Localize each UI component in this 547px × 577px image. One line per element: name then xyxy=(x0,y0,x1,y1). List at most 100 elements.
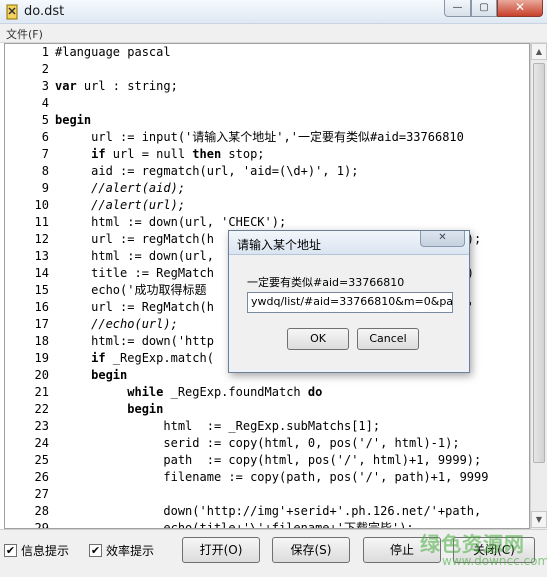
code-text: begin xyxy=(55,113,92,127)
line-number: 1 xyxy=(41,45,49,59)
code-line[interactable]: 22 begin xyxy=(5,401,529,418)
code-text: //alert(url); xyxy=(55,198,186,212)
code-text: serid := copy(html, 0, pos('/', html)-1)… xyxy=(55,436,460,450)
code-text: begin xyxy=(91,368,128,382)
title-bar: do.dst — ▢ ✕ xyxy=(0,0,547,24)
code-line[interactable]: 23 html := _RegExp.subMatchs[1]; xyxy=(5,418,529,435)
line-number: 21 xyxy=(34,385,49,399)
minimize-button[interactable]: — xyxy=(444,0,471,17)
code-text: filename := copy(path, pos('/', path)+1,… xyxy=(55,470,489,484)
line-number: 6 xyxy=(41,130,49,144)
cancel-button[interactable]: Cancel xyxy=(357,328,419,350)
code-text: html := down(url, 'CHECK'); xyxy=(55,215,287,229)
line-number: 24 xyxy=(34,436,49,450)
maximize-button[interactable]: ▢ xyxy=(471,0,497,17)
scroll-down-arrow-icon[interactable]: ▼ xyxy=(531,511,547,528)
line-number: 20 xyxy=(34,368,49,382)
open-button[interactable]: 打开(O) xyxy=(182,537,260,563)
code-text: echo(title+'\'+filename+'下载完毕'); xyxy=(55,521,414,529)
line-number: 16 xyxy=(34,300,49,314)
line-number: 3 xyxy=(41,79,49,93)
address-input[interactable]: ywdq/list/#aid=33766810&m=0&page=1 xyxy=(247,292,453,313)
input-dialog: 请输入某个地址 ✕ 一定要有类似#aid=33766810 ywdq/list/… xyxy=(228,230,470,373)
code-text: html := _RegExp.subMatchs[1]; xyxy=(55,419,381,433)
line-number: 5 xyxy=(41,113,49,127)
stop-button[interactable]: 停止 xyxy=(363,537,441,563)
line-number: 9 xyxy=(41,181,49,195)
code-line[interactable]: 2 xyxy=(5,61,529,78)
scroll-thumb[interactable] xyxy=(533,63,545,463)
code-text: var url : string; xyxy=(55,79,178,93)
code-line[interactable]: 27 xyxy=(5,486,529,503)
info-tip-checkbox[interactable]: ✔ 信息提示 xyxy=(4,542,69,559)
app-icon xyxy=(6,4,18,20)
code-line[interactable]: 1 #language pascal xyxy=(5,44,529,61)
line-number: 8 xyxy=(41,164,49,178)
efficiency-tip-checkbox[interactable]: ✔ 效率提示 xyxy=(89,542,154,559)
menu-file[interactable]: 文件(F) xyxy=(6,26,43,42)
dialog-close-icon[interactable]: ✕ xyxy=(420,231,465,247)
line-number: 2 xyxy=(41,62,49,76)
code-line[interactable]: 5 begin xyxy=(5,112,529,129)
code-text: //echo(url); xyxy=(55,317,178,331)
line-number: 4 xyxy=(41,96,49,110)
code-line[interactable]: 28 down('http://img'+serid+'.ph.126.net/… xyxy=(5,503,529,520)
line-number: 19 xyxy=(34,351,49,365)
code-line[interactable]: 21 while _RegExp.foundMatch do xyxy=(5,384,529,401)
line-number: 25 xyxy=(34,453,49,467)
line-number: 23 xyxy=(34,419,49,433)
code-text: echo('成功取得标题 xyxy=(55,283,207,297)
bottom-toolbar: ✔ 信息提示 ✔ 效率提示 打开(O) 保存(S) 停止 关闭(C) xyxy=(0,529,547,577)
code-text: path := copy(html, pos('/', html)+1, 999… xyxy=(55,453,482,467)
checkbox-check-icon[interactable]: ✔ xyxy=(4,544,17,557)
code-line[interactable]: 6 url := input('请输入某个地址','一定要有类似#aid=337… xyxy=(5,129,529,146)
line-number: 13 xyxy=(34,249,49,263)
code-line[interactable]: 8 aid := regmatch(url, 'aid=(\d+)', 1); xyxy=(5,163,529,180)
ok-button[interactable]: OK xyxy=(287,328,349,350)
dialog-prompt: 一定要有类似#aid=33766810 xyxy=(247,276,405,289)
line-number: 17 xyxy=(34,317,49,331)
menu-bar: 文件(F) xyxy=(0,24,547,43)
code-line[interactable]: 25 path := copy(html, pos('/', html)+1, … xyxy=(5,452,529,469)
checkbox-check-icon[interactable]: ✔ xyxy=(89,544,102,557)
code-line[interactable]: 24 serid := copy(html, 0, pos('/', html)… xyxy=(5,435,529,452)
line-number: 26 xyxy=(34,470,49,484)
save-button[interactable]: 保存(S) xyxy=(272,537,350,563)
line-number: 27 xyxy=(34,487,49,501)
dialog-body: 一定要有类似#aid=33766810 ywdq/list/#aid=33766… xyxy=(233,255,465,369)
code-text: html := down(url, xyxy=(55,249,214,263)
line-number: 11 xyxy=(34,215,49,229)
line-number: 22 xyxy=(34,402,49,416)
efficiency-tip-label: 效率提示 xyxy=(106,544,155,558)
code-text: if url = null then stop; xyxy=(91,147,265,161)
code-line[interactable]: 3 var url : string; xyxy=(5,78,529,95)
dialog-title: 请输入某个地址 xyxy=(237,238,322,252)
code-line[interactable]: 10 //alert(url); xyxy=(5,197,529,214)
dialog-title-bar: 请输入某个地址 ✕ xyxy=(229,231,469,255)
code-text: aid := regmatch(url, 'aid=(\d+)', 1); xyxy=(55,164,359,178)
code-line[interactable]: 7 if url = null then stop; xyxy=(5,146,529,163)
code-text: html:= down('http xyxy=(55,334,214,348)
code-line[interactable]: 11 html := down(url, 'CHECK'); xyxy=(5,214,529,231)
line-number: 15 xyxy=(34,283,49,297)
code-text: begin xyxy=(127,402,164,416)
info-tip-label: 信息提示 xyxy=(21,544,70,558)
line-number: 7 xyxy=(41,147,49,161)
window-title: do.dst xyxy=(24,4,65,19)
code-line[interactable]: 26 filename := copy(path, pos('/', path)… xyxy=(5,469,529,486)
line-number: 18 xyxy=(34,334,49,348)
scroll-up-arrow-icon[interactable]: ▲ xyxy=(531,43,547,60)
line-number: 28 xyxy=(34,504,49,518)
code-text: //alert(aid); xyxy=(55,181,186,195)
close-button[interactable]: 关闭(C) xyxy=(453,537,535,563)
code-line[interactable]: 29 echo(title+'\'+filename+'下载完毕'); xyxy=(5,520,529,529)
close-window-button[interactable]: ✕ xyxy=(497,0,543,17)
code-text: #language pascal xyxy=(55,45,171,59)
vertical-scrollbar[interactable]: ▲ ▼ xyxy=(530,43,547,529)
code-text: while _RegExp.foundMatch do xyxy=(127,385,323,399)
code-line[interactable]: 9 //alert(aid); xyxy=(5,180,529,197)
code-line[interactable]: 4 xyxy=(5,95,529,112)
line-number: 14 xyxy=(34,266,49,280)
code-text: url := input('请输入某个地址','一定要有类似#aid=33766… xyxy=(55,130,464,144)
line-number: 12 xyxy=(34,232,49,246)
